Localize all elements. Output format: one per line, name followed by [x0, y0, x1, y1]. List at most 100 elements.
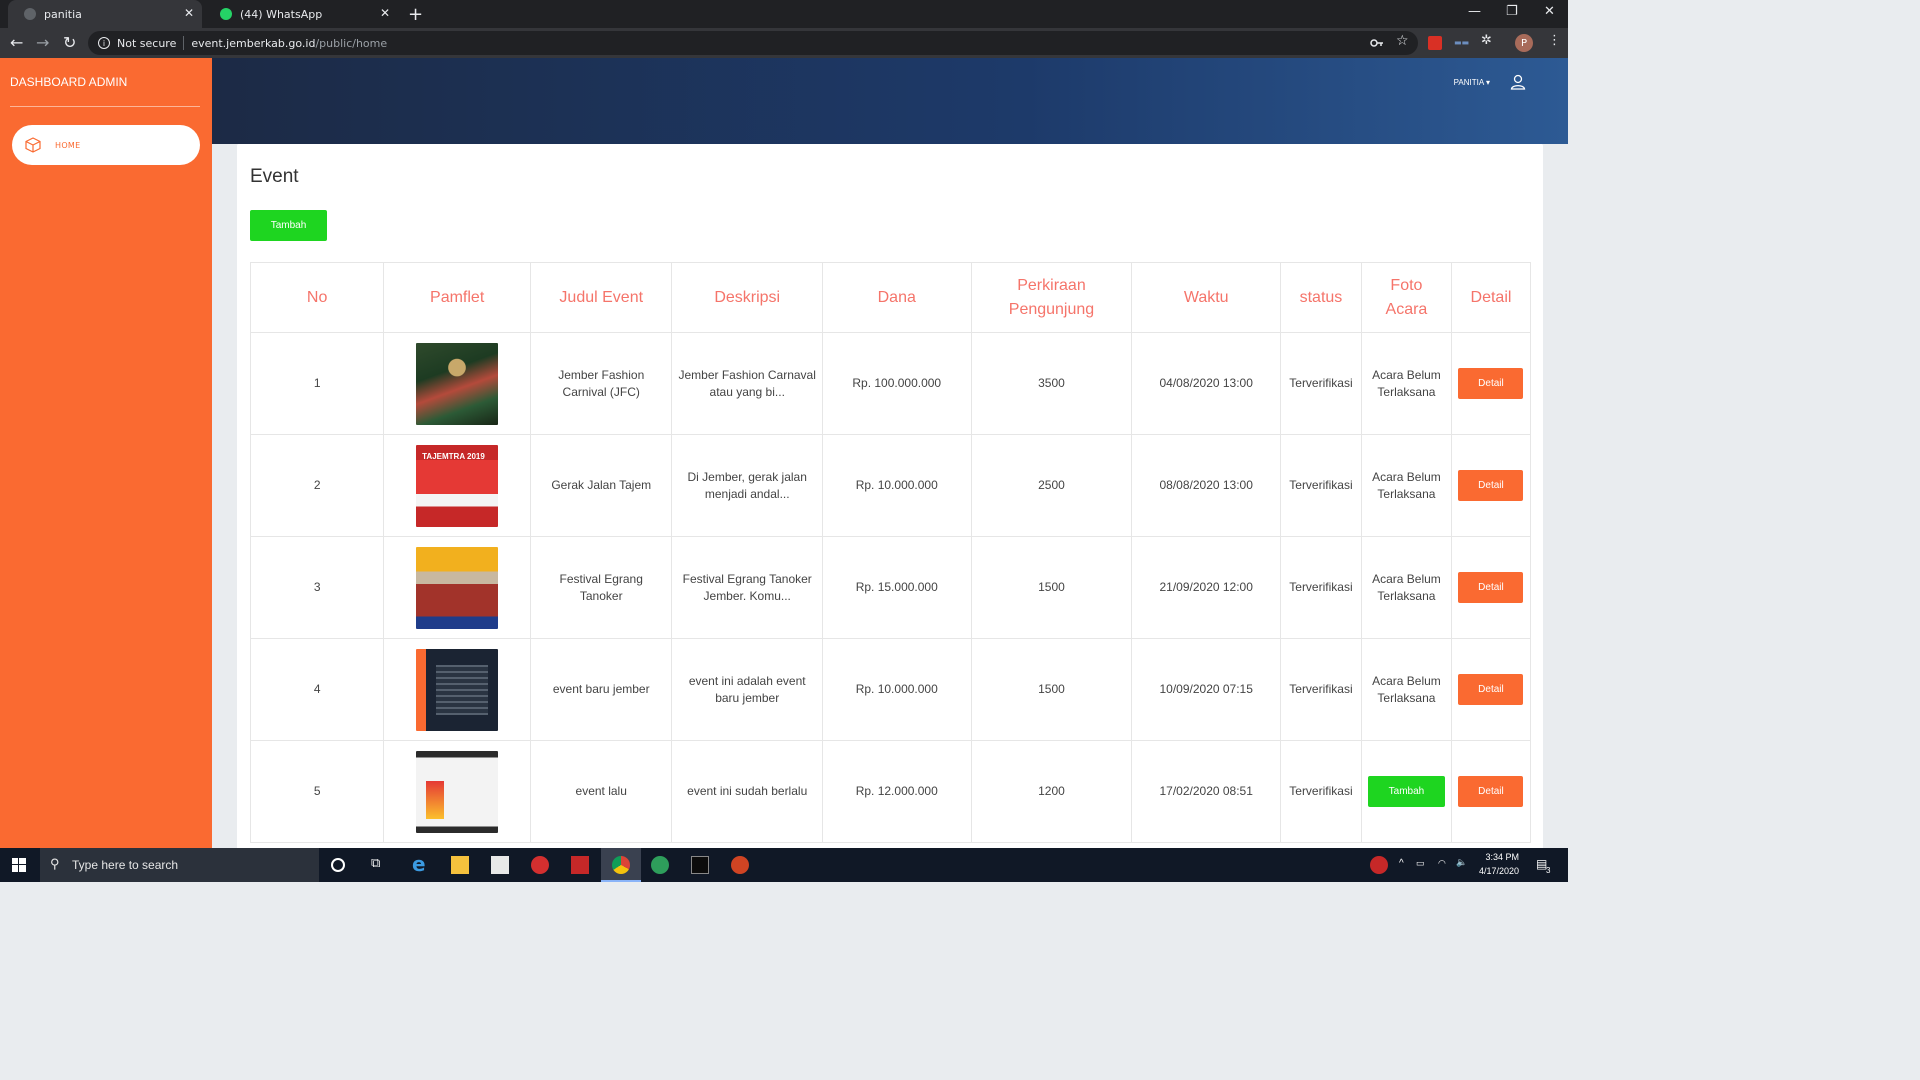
restore-icon[interactable]: ❐	[1506, 4, 1518, 19]
table-row: 5 event lalu event ini sudah berlalu Rp.…	[249, 740, 1532, 843]
cell-waktu: 08/08/2020 13:00	[1131, 434, 1281, 537]
extension-icon[interactable]: ▬▬	[1454, 38, 1469, 52]
cell-detail: Detail	[1450, 332, 1532, 435]
cell-detail: Detail	[1450, 536, 1532, 639]
cell-foto: Acara Belum Terlaksana	[1360, 332, 1452, 435]
address-bar[interactable]: i Not secure event.jemberkab.go.id/publi…	[88, 31, 1418, 55]
sidebar-brand[interactable]: DASHBOARD ADMIN	[10, 75, 127, 89]
pamflet-image[interactable]: TAJEMTRA 2019	[416, 444, 499, 527]
cell-judul: Jember Fashion Carnival (JFC)	[529, 332, 673, 435]
add-event-button[interactable]: Tambah	[250, 210, 327, 241]
cell-no: 3	[249, 536, 385, 639]
clock[interactable]: 3:34 PM 4/17/2020	[1475, 852, 1519, 876]
cell-foto: Acara Belum Terlaksana	[1360, 638, 1452, 741]
back-icon[interactable]: ←	[10, 33, 23, 52]
cell-deskripsi: Di Jember, gerak jalan menjadi andal...	[671, 434, 823, 537]
cell-deskripsi: Festival Egrang Tanoker Jember. Komu...	[671, 536, 823, 639]
pamflet-image[interactable]	[416, 750, 499, 833]
cell-judul: Festival Egrang Tanoker	[529, 536, 673, 639]
tray-app-icon[interactable]	[1370, 856, 1388, 874]
taskbar-search-input[interactable]: ⚲ Type here to search	[40, 848, 319, 882]
cell-detail: Detail	[1450, 638, 1532, 741]
detail-button[interactable]: Detail	[1458, 572, 1524, 603]
taskbar: ⚲ Type here to search ⧉ e ^ ▭ ◠ 🔈 3:34 P…	[0, 848, 1568, 882]
volume-icon[interactable]: 🔈	[1456, 857, 1467, 868]
cell-status: Terverifikasi	[1279, 638, 1362, 741]
pamflet-image[interactable]	[416, 648, 499, 731]
tab-title: (44) WhatsApp	[240, 7, 323, 21]
close-window-icon[interactable]: ✕	[1544, 4, 1555, 19]
clock-date: 4/17/2020	[1478, 866, 1519, 876]
star-icon[interactable]: ☆	[1396, 33, 1410, 49]
file-explorer-icon[interactable]	[451, 856, 469, 874]
cell-deskripsi: event ini adalah event baru jember	[671, 638, 823, 741]
close-tab-icon[interactable]: ✕	[184, 6, 194, 20]
table-row: 3 Festival Egrang Tanoker Festival Egran…	[249, 536, 1532, 639]
cell-detail: Detail	[1450, 434, 1532, 537]
page-title: Event	[250, 166, 299, 187]
cell-detail: Detail	[1450, 740, 1532, 843]
detail-button[interactable]: Detail	[1458, 470, 1524, 501]
browser-tab-bar: panitia ✕ (44) WhatsApp ✕ + — ❐ ✕	[0, 0, 1568, 28]
add-photo-button[interactable]: Tambah	[1367, 776, 1445, 807]
search-placeholder: Type here to search	[72, 858, 179, 872]
column-header: status	[1279, 262, 1362, 333]
forward-icon[interactable]: →	[36, 33, 49, 52]
table-row: 4 event baru jember event ini adalah eve…	[249, 638, 1532, 741]
tab-title: panitia	[44, 7, 82, 21]
table-row: 1 Jember Fashion Carnival (JFC) Jember F…	[249, 332, 1532, 435]
minimize-icon[interactable]: —	[1468, 4, 1481, 19]
wifi-icon[interactable]: ◠	[1438, 858, 1446, 869]
mcafee-icon[interactable]	[571, 856, 589, 874]
app-red-icon[interactable]	[531, 856, 549, 874]
detail-button[interactable]: Detail	[1458, 674, 1524, 705]
chrome-icon[interactable]	[612, 856, 630, 874]
extension-gear-icon[interactable]: ✲	[1481, 33, 1495, 48]
sidebar-item-home[interactable]: HOME	[12, 125, 200, 165]
cell-pamflet	[383, 332, 531, 435]
key-icon[interactable]	[1370, 36, 1384, 50]
powerpoint-icon[interactable]	[731, 856, 749, 874]
cell-judul: event baru jember	[529, 638, 673, 741]
cell-no: 2	[249, 434, 385, 537]
cortana-icon[interactable]	[331, 858, 345, 872]
pamflet-image[interactable]	[416, 342, 499, 425]
user-menu[interactable]: PANITIA ▾	[1454, 78, 1490, 87]
reload-icon[interactable]: ↻	[63, 33, 76, 52]
windows-start-icon[interactable]	[12, 858, 26, 872]
cell-pengunjung: 3500	[970, 332, 1133, 435]
user-icon[interactable]	[1510, 74, 1526, 90]
close-tab-icon[interactable]: ✕	[380, 6, 390, 20]
chevron-up-icon[interactable]: ^	[1399, 858, 1404, 869]
edge-icon[interactable]: e	[412, 852, 430, 876]
cell-foto: Acara Belum Terlaksana	[1360, 434, 1452, 537]
cell-dana: Rp. 10.000.000	[821, 434, 972, 537]
cell-waktu: 04/08/2020 13:00	[1131, 332, 1281, 435]
task-view-icon[interactable]: ⧉	[371, 856, 389, 874]
extension-pocket-icon[interactable]	[1428, 36, 1442, 50]
tab-whatsapp[interactable]: (44) WhatsApp ✕	[204, 0, 398, 28]
cell-judul: event lalu	[529, 740, 673, 843]
cell-no: 1	[249, 332, 385, 435]
detail-button[interactable]: Detail	[1458, 368, 1524, 399]
info-icon[interactable]: i	[98, 37, 110, 49]
cell-waktu: 21/09/2020 12:00	[1131, 536, 1281, 639]
pamflet-image[interactable]	[416, 546, 499, 629]
screenshot-content	[426, 780, 445, 819]
battery-icon[interactable]: ▭	[1416, 858, 1425, 869]
cell-pengunjung: 1200	[970, 740, 1133, 843]
tab-panitia[interactable]: panitia ✕	[8, 0, 202, 28]
browser-green-icon[interactable]	[651, 856, 669, 874]
cell-dana: Rp. 100.000.000	[821, 332, 972, 435]
sidebar-item-label: HOME	[55, 140, 81, 150]
cell-no: 4	[249, 638, 385, 741]
detail-button[interactable]: Detail	[1458, 776, 1524, 807]
new-tab-icon[interactable]: +	[408, 4, 423, 25]
whatsapp-icon	[220, 8, 232, 20]
column-header: Foto Acara	[1360, 262, 1452, 333]
menu-icon[interactable]: ⋮	[1548, 33, 1562, 48]
profile-avatar[interactable]: P	[1515, 34, 1533, 52]
terminal-icon[interactable]	[691, 856, 709, 874]
table-header-row: No Pamflet Judul Event Deskripsi Dana Pe…	[249, 262, 1532, 333]
store-icon[interactable]	[491, 856, 509, 874]
